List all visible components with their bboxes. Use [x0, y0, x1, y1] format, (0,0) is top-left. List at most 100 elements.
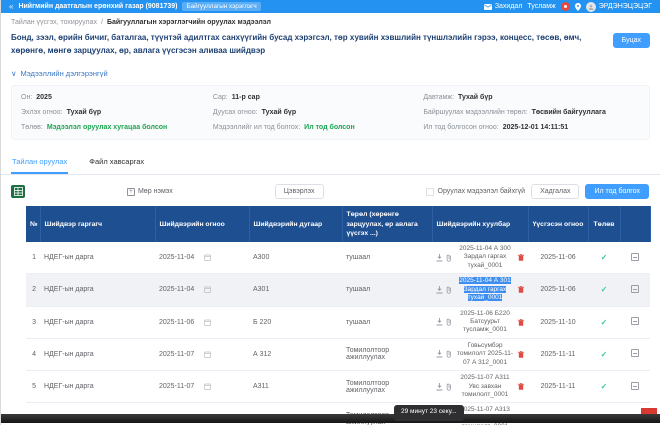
topbar: « Нийгмийн даатгалын ерөнхий газар (9081… [1, 0, 660, 13]
location-pin-icon[interactable] [575, 3, 581, 11]
delete-file-button[interactable] [518, 383, 524, 390]
back-button[interactable]: Буцах [613, 33, 650, 48]
publish-button[interactable]: Ил тод болгох [585, 184, 649, 199]
archive-button[interactable] [631, 317, 639, 325]
file-cell: 2025-11-04 А 300 Зардал гаргах тухай_000… [436, 245, 524, 270]
notification-icon[interactable] [561, 2, 570, 11]
col-actions [620, 206, 650, 242]
toolbar: + Мөр нэмэх Цэвэрлэх Оруулах мэдээлэл ба… [1, 175, 660, 206]
breadcrumb: Тайлан үүсгэх, тохируулах / Байгууллагын… [1, 13, 660, 26]
field-start-date: Эхлэх огноо: Тухай бүр [21, 109, 213, 116]
trash-icon [518, 286, 524, 293]
decision-maker-cell[interactable]: НДЕГ-ын дарга [40, 306, 155, 338]
type-cell[interactable]: тушаал [342, 306, 432, 338]
archive-box-icon [631, 382, 639, 390]
decision-date-cell[interactable]: 2025-11-06 [159, 319, 245, 326]
tab-attach-file[interactable]: Файл хавсаргах [88, 152, 145, 174]
type-cell[interactable]: тушаал [342, 274, 432, 306]
field-frequency: Давтамж: Тухай бүр [423, 94, 640, 101]
type-cell[interactable]: тушаал [342, 242, 432, 274]
created-date-cell: 2025-11-06 [528, 274, 588, 306]
status-value: Мэдээлэл оруулах хугацаа болсон [47, 124, 167, 131]
col-created-date: Үүсгэсэн огноо [528, 206, 588, 242]
add-row-label: Мөр нэмэх [138, 188, 173, 195]
download-button[interactable] [436, 318, 443, 326]
type-cell[interactable]: Томилолтоор ажиллуулах [342, 338, 432, 370]
no-data-checkbox[interactable] [426, 188, 434, 196]
delete-file-button[interactable] [518, 254, 524, 261]
avatar [586, 2, 596, 12]
file-name[interactable]: 2025-11-04 А 300 Зардал гаргах тухай_000… [455, 245, 515, 270]
delete-file-button[interactable] [518, 319, 524, 326]
decision-maker-cell[interactable]: НДЕГ-ын дарга [40, 242, 155, 274]
username: ЭРДЭНЭЦЭЦЭГ [599, 3, 652, 10]
user-menu[interactable]: ЭРДЭНЭЦЭЦЭГ [586, 2, 652, 12]
decision-number-cell[interactable]: А311 [249, 371, 342, 403]
decision-number-cell[interactable]: А 312 [249, 338, 342, 370]
breadcrumb-current: Байгууллагын хэрэглэгчийн оруулах мэдээл… [107, 19, 271, 26]
trash-icon [518, 319, 524, 326]
decision-date-cell[interactable]: 2025-11-07 [159, 351, 245, 358]
session-timer-tooltip: 29 минут 23 секу... [394, 405, 464, 421]
archive-box-icon [631, 349, 639, 357]
details-panel: Он: 2025 Сар: 11-р сар Давтамж: Тухай бү… [11, 85, 650, 140]
download-button[interactable] [436, 254, 443, 262]
tab-bar: Тайлан оруулах Файл хавсаргах [1, 152, 660, 175]
decision-maker-cell[interactable]: НДЕГ-ын дарга [40, 274, 155, 306]
col-decision-maker: Шийдвэр гаргагч [40, 206, 155, 242]
calendar-icon [204, 383, 211, 390]
file-name[interactable]: 2025-11-06 Б220 Батсуурьт тусламж_0001 [455, 310, 515, 335]
excel-export-button[interactable] [11, 185, 25, 198]
download-button[interactable] [436, 383, 443, 391]
download-icon [436, 286, 443, 294]
paperclip-icon [446, 318, 452, 326]
plus-icon: + [127, 188, 135, 196]
archive-button[interactable] [631, 253, 639, 261]
calendar-icon [204, 351, 211, 358]
archive-button[interactable] [631, 349, 639, 357]
archive-box-icon [631, 285, 639, 293]
breadcrumb-parent[interactable]: Тайлан үүсгэх, тохируулах [11, 19, 97, 26]
file-name[interactable]: Говьсүмбэр томилолт 2025-11-07 А 312_000… [455, 342, 515, 367]
add-row-button[interactable]: + Мөр нэмэх [127, 188, 173, 196]
col-decision-copy: Шийдвэрийн хуулбар [432, 206, 528, 242]
file-name-selected[interactable]: 2025-11-04 А 301 Зардал гаргах тухай_000… [455, 277, 515, 302]
clear-button[interactable]: Цэвэрлэх [275, 184, 324, 199]
file-name[interactable]: 2025-11-07 А311 Увс завхан томилолт_0001 [455, 374, 515, 399]
download-button[interactable] [436, 286, 443, 294]
table-row: 3 НДЕГ-ын дарга 2025-11-06 Б 220 тушаал … [26, 306, 650, 338]
sidebar-collapse-icon[interactable]: « [9, 2, 13, 11]
decision-date-cell[interactable]: 2025-11-04 [159, 286, 245, 293]
archive-button[interactable] [631, 285, 639, 293]
details-accordion-header[interactable]: ∨ Мэдээллийн дэлгэрэнгүй [1, 57, 660, 78]
delete-file-button[interactable] [518, 351, 524, 358]
table-header-row: № Шийдвэр гаргагч Шийдвэрийн огноо Шийдв… [26, 206, 650, 242]
decision-date-cell[interactable]: 2025-11-07 [159, 383, 245, 390]
no-data-checkbox-wrap: Оруулах мэдээлэл байхгүй [426, 188, 526, 196]
type-cell[interactable]: Томилолтоор ажиллуулах [342, 371, 432, 403]
field-end-date: Дуусах огноо: Тухай бүр [213, 109, 423, 116]
decision-number-cell[interactable]: А301 [249, 274, 342, 306]
check-icon: ✓ [601, 285, 608, 294]
decision-number-cell[interactable]: Б 220 [249, 306, 342, 338]
decision-maker-cell[interactable]: НДЕГ-ын дарга [40, 338, 155, 370]
save-button[interactable]: Хадгалах [531, 184, 579, 199]
excel-grid-icon [14, 187, 23, 196]
field-month: Сар: 11-р сар [213, 94, 423, 101]
delete-file-button[interactable] [518, 286, 524, 293]
decision-number-cell[interactable]: А300 [249, 242, 342, 274]
field-status: Төлөв: Мэдээлэл оруулах хугацаа болсон [21, 124, 213, 131]
paperclip-icon [446, 286, 452, 294]
mail-link[interactable]: Захидал [484, 3, 523, 10]
decision-maker-cell[interactable]: НДЕГ-ын дарга [40, 371, 155, 403]
download-button[interactable] [436, 350, 443, 358]
tab-report-input[interactable]: Тайлан оруулах [11, 152, 68, 174]
table-row: 4 НДЕГ-ын дарга 2025-11-07 А 312 Томилол… [26, 338, 650, 370]
table-row: 2 НДЕГ-ын дарга 2025-11-04 А301 тушаал 2… [26, 274, 650, 306]
decisions-table: № Шийдвэр гаргагч Шийдвэрийн огноо Шийдв… [26, 206, 651, 425]
help-link[interactable]: Тусламж [527, 3, 555, 10]
archive-button[interactable] [631, 382, 639, 390]
decision-date-cell[interactable]: 2025-11-04 [159, 254, 245, 261]
help-label: Тусламж [527, 3, 555, 10]
field-published-date: Ил тод болгосон огноо: 2025-12-01 14:11:… [423, 124, 640, 131]
